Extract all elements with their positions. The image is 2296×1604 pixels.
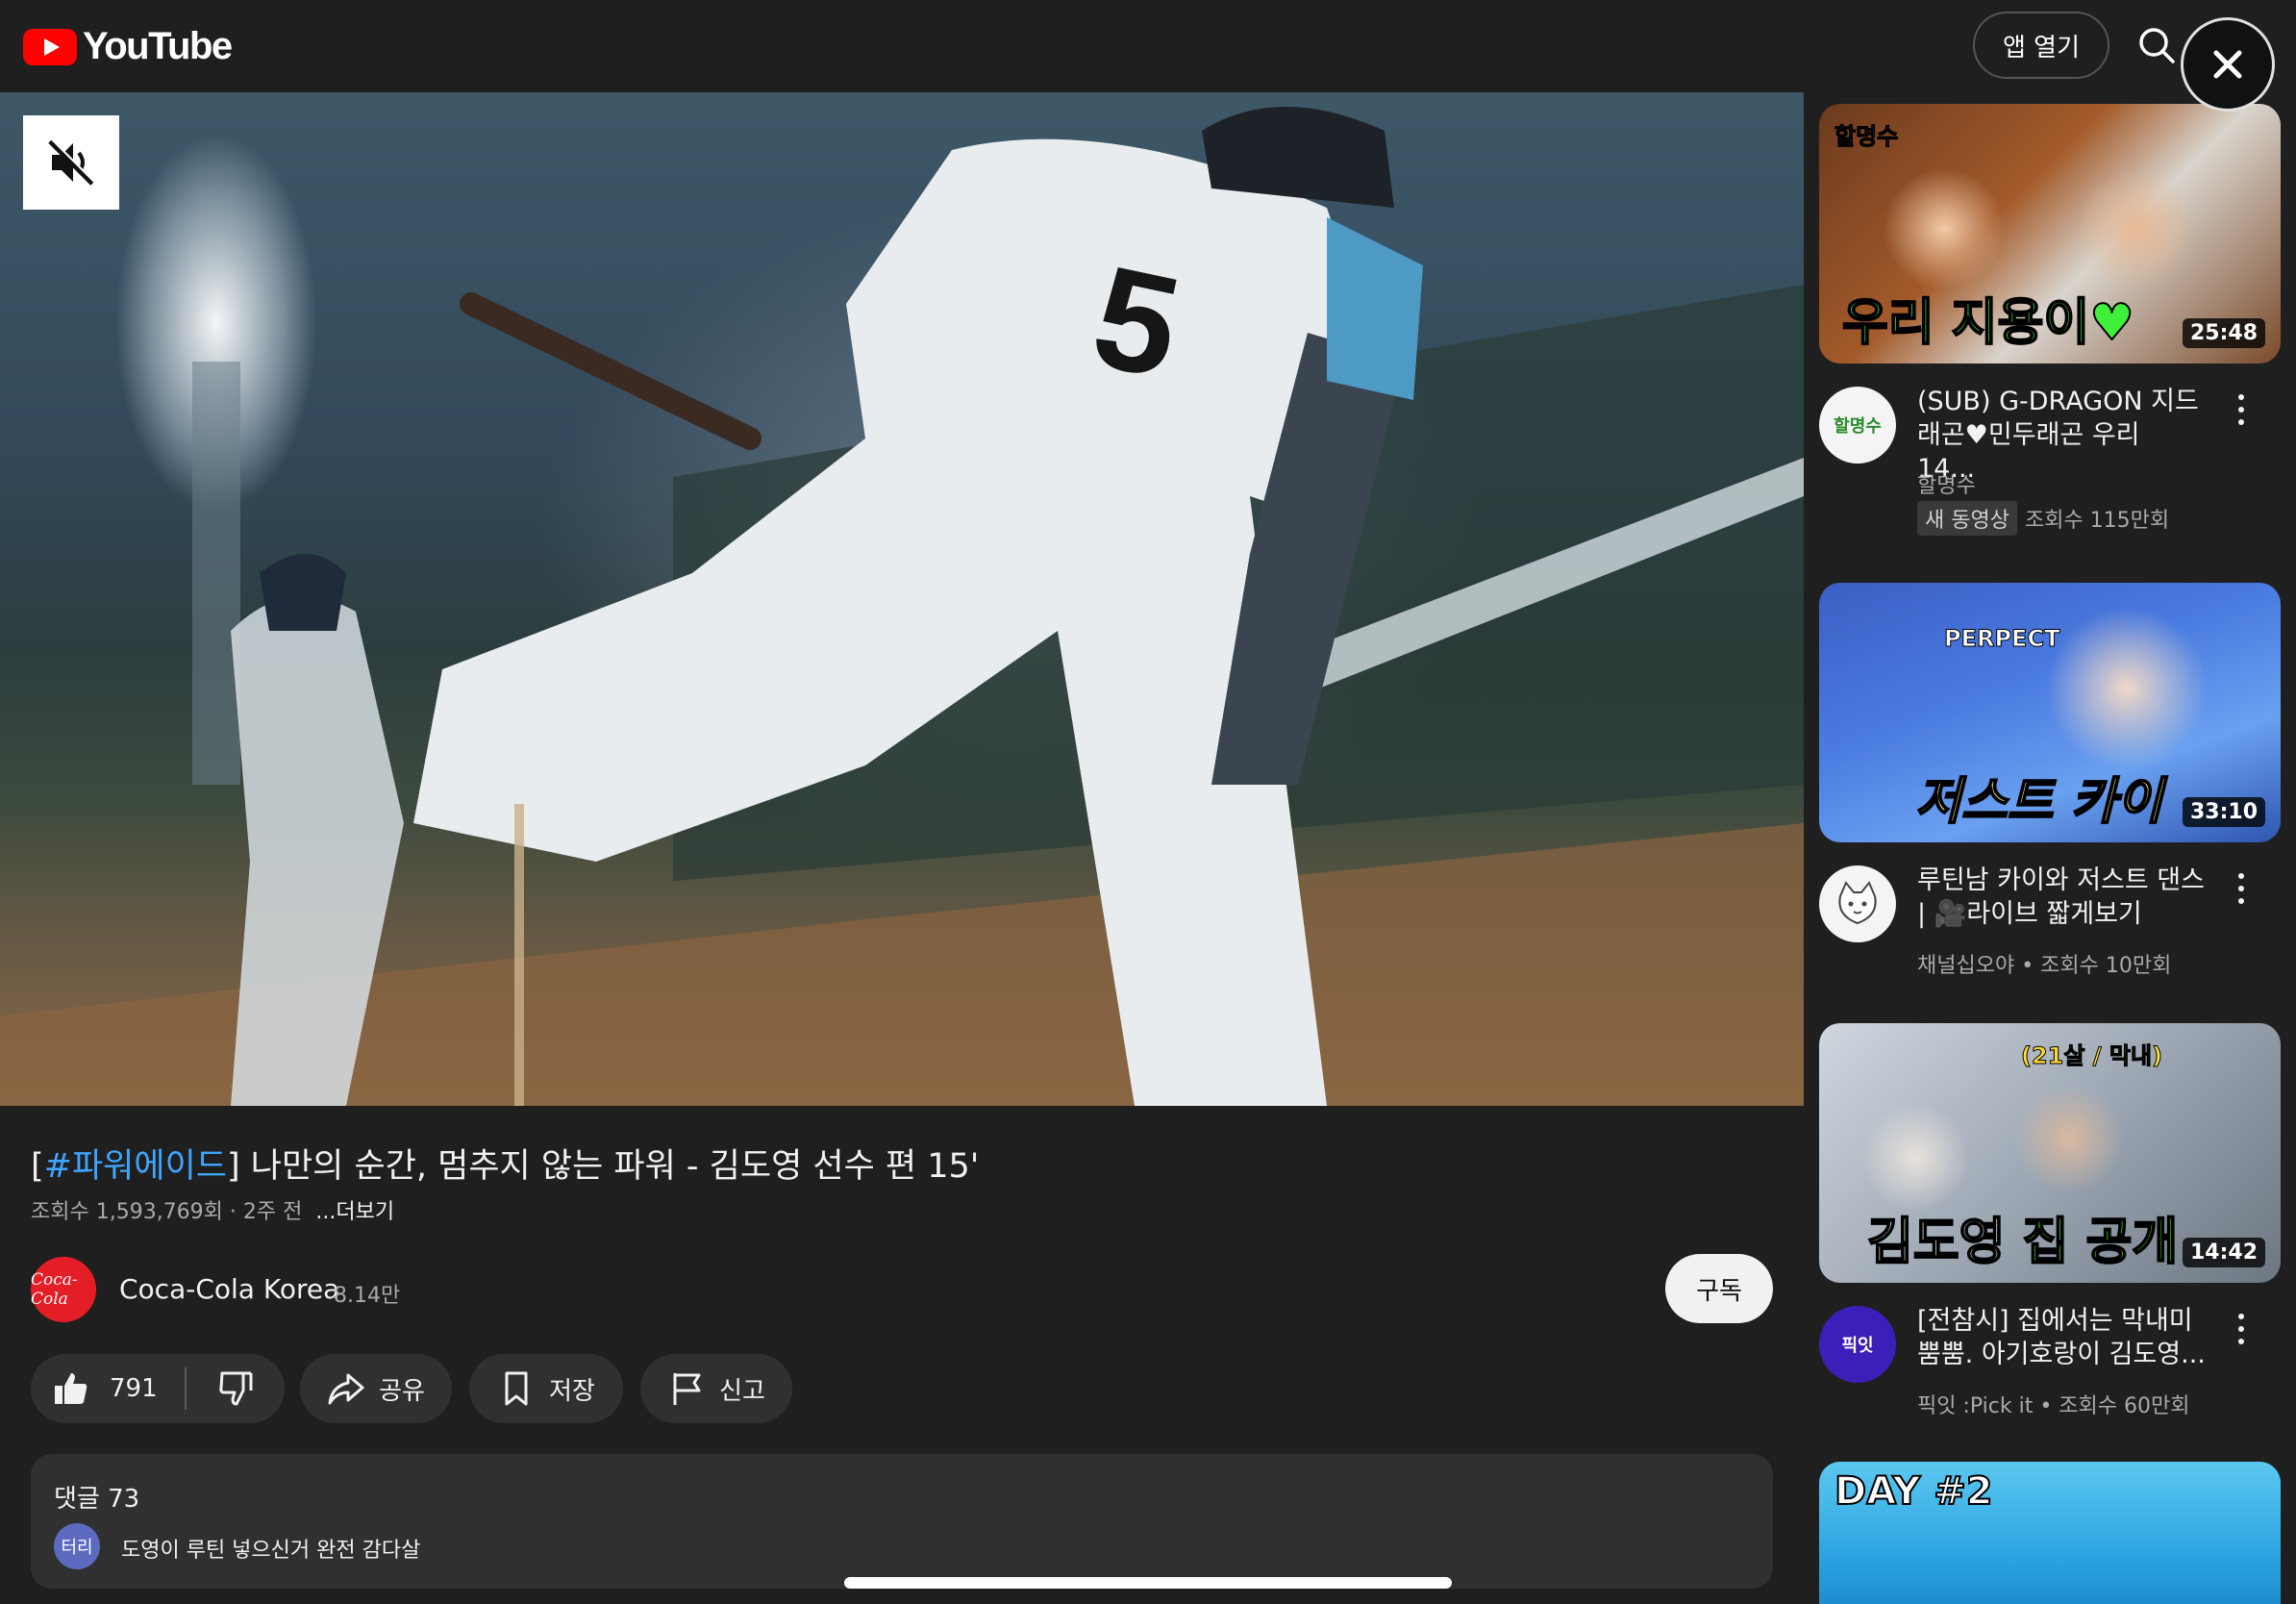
thumbnail-caption: 우리 지용이♥ xyxy=(1841,293,2135,353)
sidebar-meta: 픽잇 :Pick it • 조회수 60만회 xyxy=(1917,1394,2190,1418)
sidebar-channel-name: 할명수 xyxy=(1917,474,1976,498)
share-icon xyxy=(328,1373,364,1405)
report-label: 신고 xyxy=(719,1376,765,1406)
muted-speaker-icon xyxy=(48,138,95,186)
channel-avatar[interactable]: Coca-Cola xyxy=(31,1257,96,1322)
search-button[interactable] xyxy=(2131,19,2184,73)
video-title: [#파워에이드] 나만의 순간, 멈추지 않는 파워 - 김도영 선수 편 15… xyxy=(31,1147,980,1186)
logo-text: YouTube xyxy=(83,25,233,67)
subscriber-count: 8.14만 xyxy=(334,1284,401,1308)
thumbnail-caption-highlight: 집 공개 xyxy=(2022,1213,2180,1272)
sidebar-meta: 새 동영상 조회수 115만회 xyxy=(1917,501,2169,536)
open-app-button[interactable]: 앱 열기 xyxy=(1973,12,2109,79)
view-count-and-date: 조회수 1,593,769회 · 2주 전 xyxy=(31,1200,303,1224)
youtube-logo[interactable]: YouTube xyxy=(23,25,233,68)
sidebar-channel-avatar[interactable] xyxy=(1819,865,1896,942)
search-icon xyxy=(2139,28,2175,63)
sidebar-meta: 채널십오야 • 조회수 10만회 xyxy=(1917,954,2172,978)
thumbnail-caption: 저스트 카이 xyxy=(1914,772,2163,832)
youtube-play-icon xyxy=(23,28,77,65)
video-duration: 14:42 xyxy=(2182,1238,2265,1267)
sidebar-channel-avatar[interactable]: 픽잇 xyxy=(1819,1306,1896,1383)
comments-header: 댓글 73 xyxy=(54,1485,140,1514)
share-label: 공유 xyxy=(379,1376,425,1406)
bookmark-icon xyxy=(505,1371,528,1406)
sidebar-views: 조회수 115만회 xyxy=(2024,509,2170,533)
sidebar-video-title[interactable]: [전참시] 집에서는 막내미 뿜뿜. 아기호랑이 김도영... xyxy=(1917,1304,2206,1371)
video-meta: 조회수 1,593,769회 · 2주 전 ...더보기 xyxy=(31,1194,394,1225)
thumbnail-tag: 할명수 xyxy=(1834,123,1899,151)
channel-name[interactable]: Coca-Cola Korea xyxy=(119,1273,339,1305)
home-indicator[interactable] xyxy=(844,1577,1452,1589)
app-header: YouTube 앱 열기 xyxy=(0,0,2296,92)
comments-panel[interactable]: 댓글 73 터리 도영이 루틴 넣으신거 완전 감다살 xyxy=(31,1454,1773,1589)
more-options-button[interactable] xyxy=(2227,390,2256,429)
save-button[interactable]: 저장 xyxy=(469,1354,623,1423)
like-button[interactable]: 791 xyxy=(31,1354,185,1423)
sidebar-video-title[interactable]: 루틴남 카이와 저스트 댄스 | 🎥라이브 짧게보기 xyxy=(1917,864,2206,931)
thumbs-up-icon xyxy=(55,1373,87,1404)
new-video-badge: 새 동영상 xyxy=(1917,501,2017,536)
save-label: 저장 xyxy=(549,1376,595,1406)
video-frame-art: 5 xyxy=(0,107,1804,1106)
close-button[interactable] xyxy=(2181,17,2275,112)
flag-icon xyxy=(673,1373,701,1405)
like-count: 791 xyxy=(110,1374,158,1403)
report-button[interactable]: 신고 xyxy=(640,1354,792,1423)
sidebar-thumbnail[interactable]: (21살 / 막내) 김도영 집 공개 14:42 xyxy=(1819,1023,2281,1283)
thumbnail-caption-name: 김도영 xyxy=(1866,1213,2023,1272)
cat-mascot-icon xyxy=(1838,881,1877,925)
close-icon xyxy=(2213,50,2242,79)
thumbnail-tag: DAY #2 xyxy=(1834,1468,1994,1515)
subscribe-button[interactable]: 구독 xyxy=(1665,1254,1773,1323)
more-options-button[interactable] xyxy=(2227,1310,2256,1348)
title-text: 나만의 순간, 멈추지 않는 파워 - 김도영 선수 편 15' xyxy=(239,1147,980,1186)
thumbnail-tag: PERPECT xyxy=(1943,625,2060,653)
share-button[interactable]: 공유 xyxy=(300,1354,452,1423)
title-hashtag-link[interactable]: #파워에이드 xyxy=(44,1147,227,1186)
video-duration: 25:48 xyxy=(2182,318,2265,348)
top-comment-text: 도영이 루틴 넣으신거 완전 감다살 xyxy=(121,1539,421,1563)
sidebar-thumbnail[interactable]: PERPECT 저스트 카이 33:10 xyxy=(1819,583,2281,842)
unmute-button[interactable] xyxy=(23,115,119,210)
more-link[interactable]: ...더보기 xyxy=(315,1200,394,1224)
video-duration: 33:10 xyxy=(2182,797,2265,827)
sidebar-channel-avatar[interactable]: 할명수 xyxy=(1819,387,1896,464)
thumbs-down-icon xyxy=(219,1371,253,1406)
like-dislike-group: 791 xyxy=(31,1354,285,1423)
sidebar-thumbnail[interactable]: 할명수 우리 지용이♥ 25:48 xyxy=(1819,104,2281,363)
channel-avatar-logo: Coca-Cola xyxy=(31,1270,78,1309)
more-options-button[interactable] xyxy=(2227,869,2256,908)
video-player[interactable]: 5 xyxy=(0,92,1804,1106)
comment-author-avatar: 터리 xyxy=(54,1523,100,1569)
thumbnail-caption: 김도영 집 공개 xyxy=(1866,1201,2180,1273)
thumbnail-tag: (21살 / 막내) xyxy=(2020,1042,2163,1070)
sidebar-thumbnail[interactable]: DAY #2 xyxy=(1819,1462,2281,1604)
dislike-button[interactable] xyxy=(187,1354,285,1423)
